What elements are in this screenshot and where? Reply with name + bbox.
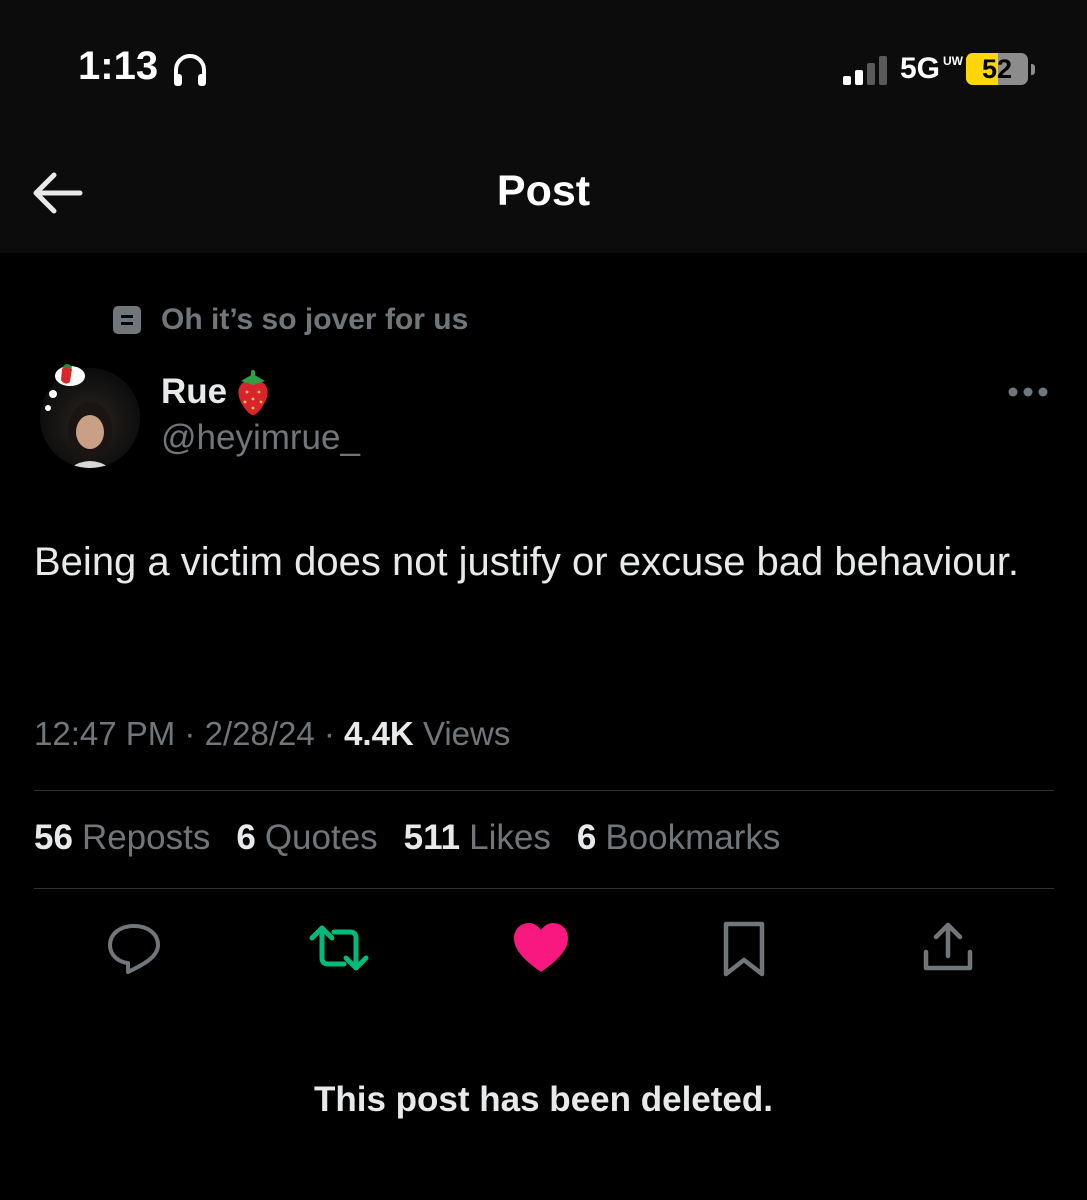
stat-label: Bookmarks [605,818,781,857]
cellular-signal-icon [843,56,887,85]
stat-label: Likes [469,818,551,857]
stat-count: 511 [403,818,461,857]
meta-separator: · [184,715,205,752]
battery-indicator: 52 [966,53,1028,85]
like-heart-icon[interactable] [512,920,570,976]
network-type: 5G UW [900,52,963,86]
network-label: 5G [900,52,941,85]
divider [34,888,1054,889]
list-icon [113,306,141,334]
author-handle[interactable]: @heyimrue_ [161,418,360,458]
status-time: 1:13 [78,44,159,88]
views-count: 4.4K [344,715,414,752]
top-bar: 1:13 5G UW 52 Post [0,0,1087,253]
thought-bubble-icon [45,364,85,411]
post-context[interactable]: Oh it’s so jover for us [113,300,468,340]
author-name[interactable]: Rue [161,372,227,412]
stat-reposts[interactable]: 56 Reposts [34,818,210,858]
post-text: Being a victim does not justify or excus… [34,540,1019,584]
more-options-icon[interactable] [1006,384,1050,400]
divider [34,790,1054,791]
stat-label: Reposts [81,818,211,857]
stat-count: 56 [34,818,73,857]
stat-bookmarks[interactable]: 6 Bookmarks [577,818,781,858]
stat-likes[interactable]: 511 Likes [404,818,551,858]
repost-icon[interactable] [308,920,370,976]
battery-nub [1031,64,1035,75]
reply-icon[interactable] [106,920,162,976]
meta-separator: · [323,715,345,752]
page-title: Post [496,167,591,215]
deleted-notice: This post has been deleted. [314,1080,773,1119]
stat-count: 6 [236,818,256,857]
post-context-label: Oh it’s so jover for us [161,303,469,336]
strawberry-icon [238,370,268,415]
stat-quotes[interactable]: 6 Quotes [236,818,377,858]
share-icon[interactable] [920,920,976,976]
views-label[interactable]: Views [423,715,510,752]
post-time: 12:47 PM [34,715,176,752]
headphones-icon [174,54,206,86]
stat-label: Quotes [264,818,378,857]
stat-count: 6 [576,818,597,857]
engagement-stats: 56 Reposts 6 Quotes 511 Likes 6 Bookmarks [34,818,806,858]
battery-level: 52 [981,54,1013,84]
network-sub-label: UW [943,54,963,68]
post-metadata: 12:47 PM · 2/28/24 · 4.4K Views [34,715,510,753]
bookmark-icon[interactable] [720,920,768,978]
post-date: 2/28/24 [204,715,315,752]
